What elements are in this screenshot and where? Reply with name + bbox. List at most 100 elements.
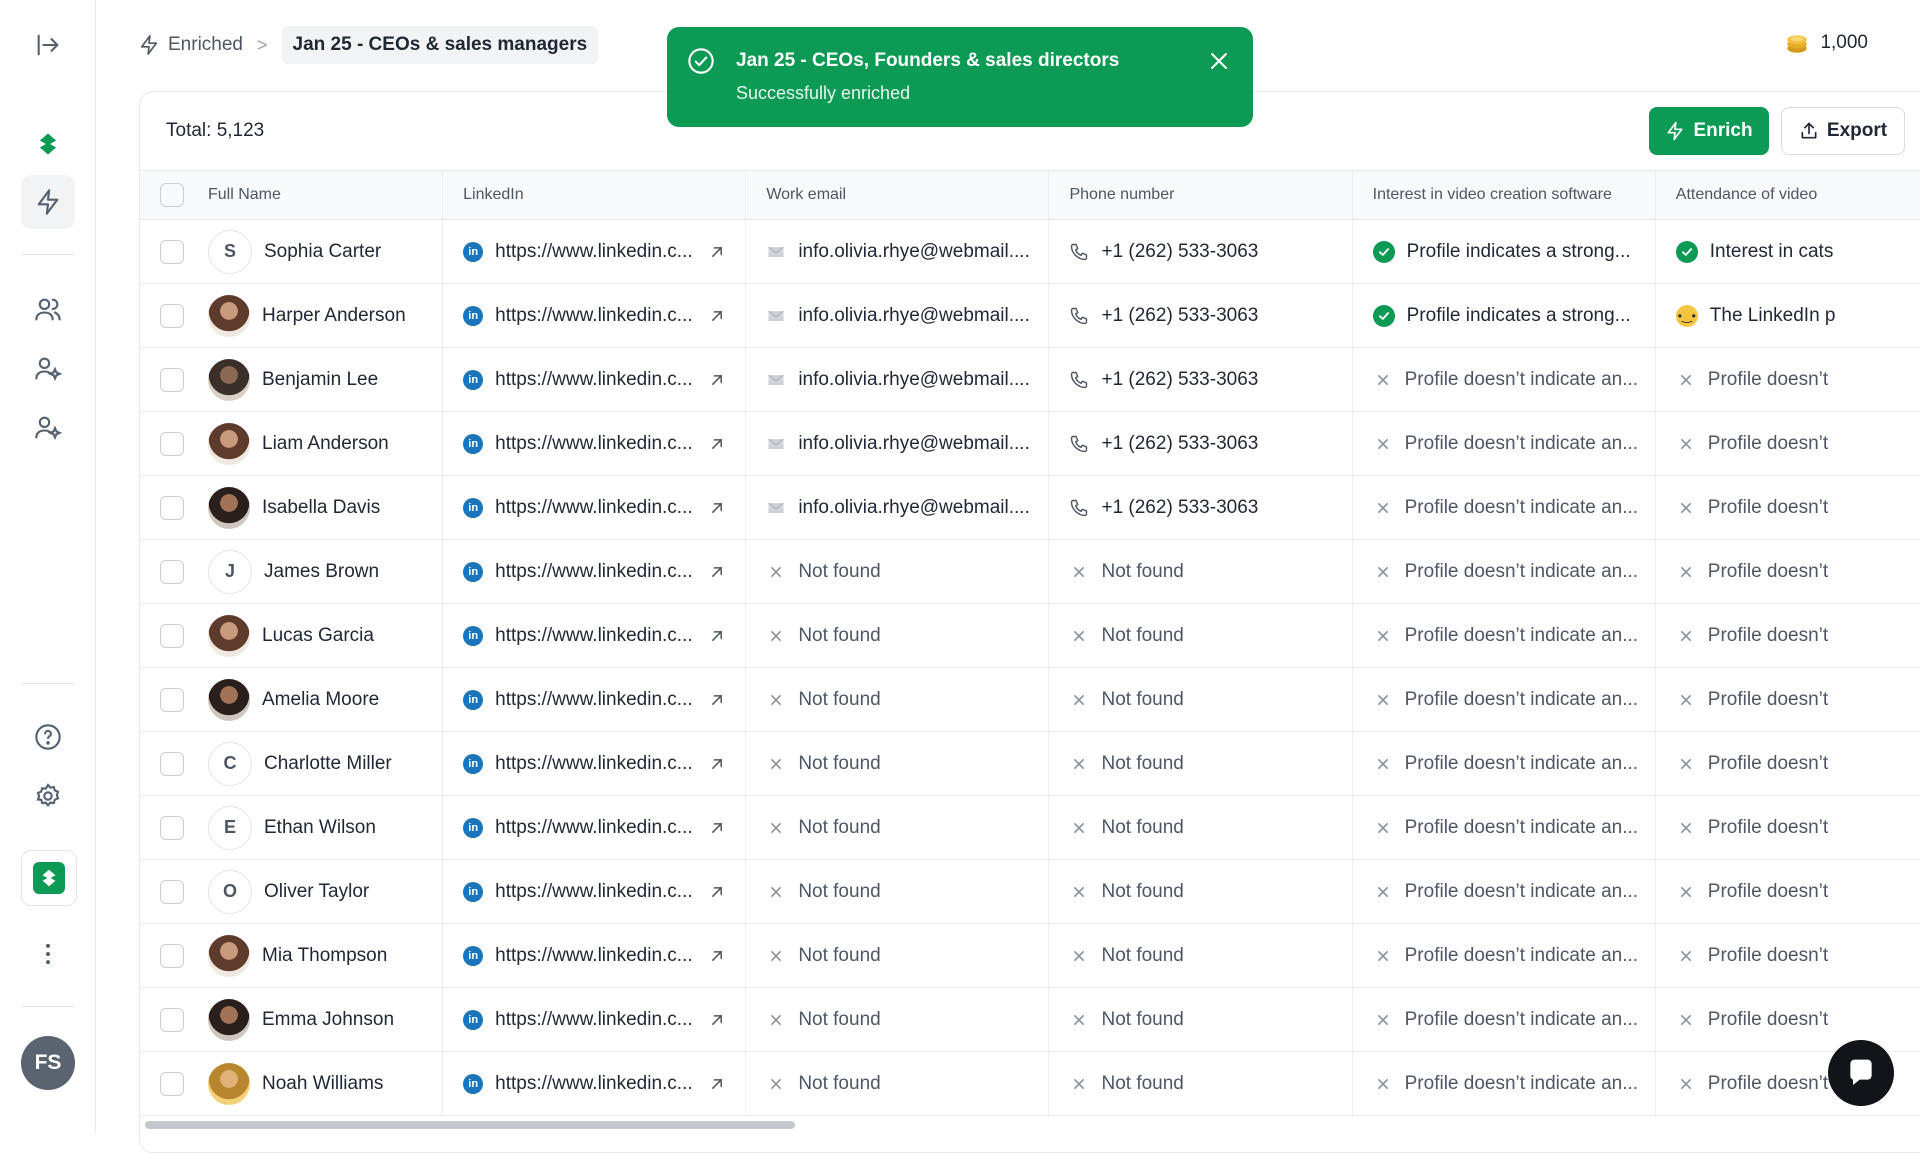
column-header-linkedin[interactable]: LinkedIn xyxy=(443,171,747,219)
linkedin-url[interactable]: https://www.linkedin.c... xyxy=(495,561,692,583)
row-checkbox[interactable] xyxy=(160,623,184,648)
table-row[interactable]: Liam Anderson in https://www.linkedin.c...… xyxy=(140,412,1920,476)
column-header-interest[interactable]: Interest in video creation software xyxy=(1353,171,1656,219)
cell-interest[interactable]: Profile doesn’t indicate an... xyxy=(1353,924,1656,987)
column-header-attendance[interactable]: Attendance of video xyxy=(1656,171,1920,219)
horizontal-scrollbar[interactable] xyxy=(145,1121,795,1129)
brand-app-button[interactable] xyxy=(21,850,77,906)
cell-attendance[interactable]: Profile doesn’t xyxy=(1656,412,1920,475)
cell-interest[interactable]: Profile doesn’t indicate an... xyxy=(1353,476,1656,539)
brand-logo[interactable] xyxy=(21,117,75,171)
cell-interest[interactable]: Profile doesn’t indicate an... xyxy=(1353,860,1656,923)
export-button[interactable]: Export xyxy=(1781,107,1905,155)
linkedin-url[interactable]: https://www.linkedin.c... xyxy=(495,369,692,391)
table-row[interactable]: Amelia Moore in https://www.linkedin.c... N… xyxy=(140,668,1920,732)
cell-interest[interactable]: Profile doesn’t indicate an... xyxy=(1353,540,1656,603)
table-row[interactable]: Lucas Garcia in https://www.linkedin.c... N… xyxy=(140,604,1920,668)
linkedin-url[interactable]: https://www.linkedin.c... xyxy=(495,1009,692,1031)
cell-interest[interactable]: Profile doesn’t indicate an... xyxy=(1353,348,1656,411)
cell-interest[interactable]: Profile doesn’t indicate an... xyxy=(1353,412,1656,475)
external-link-icon[interactable] xyxy=(707,882,727,902)
cell-interest[interactable]: Profile doesn’t indicate an... xyxy=(1353,668,1656,731)
table-row[interactable]: S Sophia Carter in https://www.linkedin.c..… xyxy=(140,220,1920,284)
nav-users[interactable] xyxy=(21,282,75,336)
table-row[interactable]: Noah Williams in https://www.linkedin.c...… xyxy=(140,1052,1920,1116)
linkedin-url[interactable]: https://www.linkedin.c... xyxy=(495,241,692,263)
cell-interest[interactable]: Profile doesn’t indicate an... xyxy=(1353,732,1656,795)
column-header-full-name[interactable]: Full Name xyxy=(140,171,444,219)
table-row[interactable]: Isabella Davis in https://www.linkedin.c..… xyxy=(140,476,1920,540)
external-link-icon[interactable] xyxy=(707,434,727,454)
enrich-button[interactable]: Enrich xyxy=(1649,107,1769,155)
select-all-checkbox[interactable] xyxy=(160,183,184,207)
nav-user-sparkle-2[interactable] xyxy=(21,400,75,454)
external-link-icon[interactable] xyxy=(707,498,727,518)
nav-enrich[interactable] xyxy=(21,175,75,229)
linkedin-url[interactable]: https://www.linkedin.c... xyxy=(495,625,692,647)
row-checkbox[interactable] xyxy=(160,303,184,328)
row-checkbox[interactable] xyxy=(160,943,184,968)
credits-balance[interactable]: 1,000 xyxy=(1784,30,1868,56)
external-link-icon[interactable] xyxy=(707,946,727,966)
cell-interest[interactable]: Profile doesn’t indicate an... xyxy=(1353,604,1656,667)
collapse-sidebar-button[interactable] xyxy=(21,18,75,72)
column-header-phone[interactable]: Phone number xyxy=(1049,171,1353,219)
linkedin-url[interactable]: https://www.linkedin.c... xyxy=(495,1073,692,1095)
external-link-icon[interactable] xyxy=(707,1074,727,1094)
external-link-icon[interactable] xyxy=(707,562,727,582)
linkedin-url[interactable]: https://www.linkedin.c... xyxy=(495,689,692,711)
cell-attendance[interactable]: Profile doesn’t xyxy=(1656,604,1920,667)
linkedin-url[interactable]: https://www.linkedin.c... xyxy=(495,753,692,775)
linkedin-url[interactable]: https://www.linkedin.c... xyxy=(495,497,692,519)
cell-interest[interactable]: Profile doesn’t indicate an... xyxy=(1353,1052,1656,1115)
external-link-icon[interactable] xyxy=(707,754,727,774)
linkedin-url[interactable]: https://www.linkedin.c... xyxy=(495,817,692,839)
chat-button[interactable] xyxy=(1828,1040,1894,1106)
cell-attendance[interactable]: Profile doesn’t xyxy=(1656,348,1920,411)
external-link-icon[interactable] xyxy=(707,242,727,262)
cell-interest[interactable]: Profile indicates a strong... xyxy=(1353,220,1656,283)
cell-attendance[interactable]: Profile doesn’t xyxy=(1656,668,1920,731)
table-row[interactable]: Harper Anderson in https://www.linkedin.c.… xyxy=(140,284,1920,348)
row-checkbox[interactable] xyxy=(160,1071,184,1096)
settings-button[interactable] xyxy=(21,769,75,823)
table-row[interactable]: E Ethan Wilson in https://www.linkedin.c...… xyxy=(140,796,1920,860)
cell-attendance[interactable]: Profile doesn’t xyxy=(1656,476,1920,539)
table-row[interactable]: Benjamin Lee in https://www.linkedin.c... i… xyxy=(140,348,1920,412)
help-button[interactable] xyxy=(21,710,75,764)
row-checkbox[interactable] xyxy=(160,879,184,904)
table-row[interactable]: Mia Thompson in https://www.linkedin.c... N… xyxy=(140,924,1920,988)
external-link-icon[interactable] xyxy=(707,690,727,710)
breadcrumb-root[interactable]: Enriched xyxy=(138,34,243,56)
table-row[interactable]: C Charlotte Miller in https://www.linkedin.… xyxy=(140,732,1920,796)
row-checkbox[interactable] xyxy=(160,431,184,456)
more-button[interactable] xyxy=(21,927,75,981)
row-checkbox[interactable] xyxy=(160,751,184,776)
close-icon[interactable] xyxy=(1207,49,1231,73)
cell-attendance[interactable]: Profile doesn’t xyxy=(1656,540,1920,603)
table-row[interactable]: O Oliver Taylor in https://www.linkedin.c..… xyxy=(140,860,1920,924)
linkedin-url[interactable]: https://www.linkedin.c... xyxy=(495,945,692,967)
row-checkbox[interactable] xyxy=(160,1007,184,1032)
external-link-icon[interactable] xyxy=(707,306,727,326)
row-checkbox[interactable] xyxy=(160,687,184,712)
external-link-icon[interactable] xyxy=(707,1010,727,1030)
column-header-work-email[interactable]: Work email xyxy=(746,171,1050,219)
linkedin-url[interactable]: https://www.linkedin.c... xyxy=(495,881,692,903)
cell-attendance[interactable]: Interest in cats xyxy=(1656,220,1920,283)
linkedin-url[interactable]: https://www.linkedin.c... xyxy=(495,305,692,327)
row-checkbox[interactable] xyxy=(160,367,184,392)
linkedin-url[interactable]: https://www.linkedin.c... xyxy=(495,433,692,455)
table-row[interactable]: J James Brown in https://www.linkedin.c... N… xyxy=(140,540,1920,604)
external-link-icon[interactable] xyxy=(707,370,727,390)
cell-attendance[interactable]: Profile doesn’t xyxy=(1656,924,1920,987)
external-link-icon[interactable] xyxy=(707,818,727,838)
cell-attendance[interactable]: Profile doesn’t xyxy=(1656,988,1920,1051)
cell-attendance[interactable]: Profile doesn’t xyxy=(1656,732,1920,795)
breadcrumb-current[interactable]: Jan 25 - CEOs & sales managers xyxy=(281,26,599,64)
row-checkbox[interactable] xyxy=(160,559,184,584)
nav-user-sparkle-1[interactable] xyxy=(21,341,75,395)
cell-interest[interactable]: Profile doesn’t indicate an... xyxy=(1353,988,1656,1051)
row-checkbox[interactable] xyxy=(160,239,184,264)
cell-interest[interactable]: Profile indicates a strong... xyxy=(1353,284,1656,347)
